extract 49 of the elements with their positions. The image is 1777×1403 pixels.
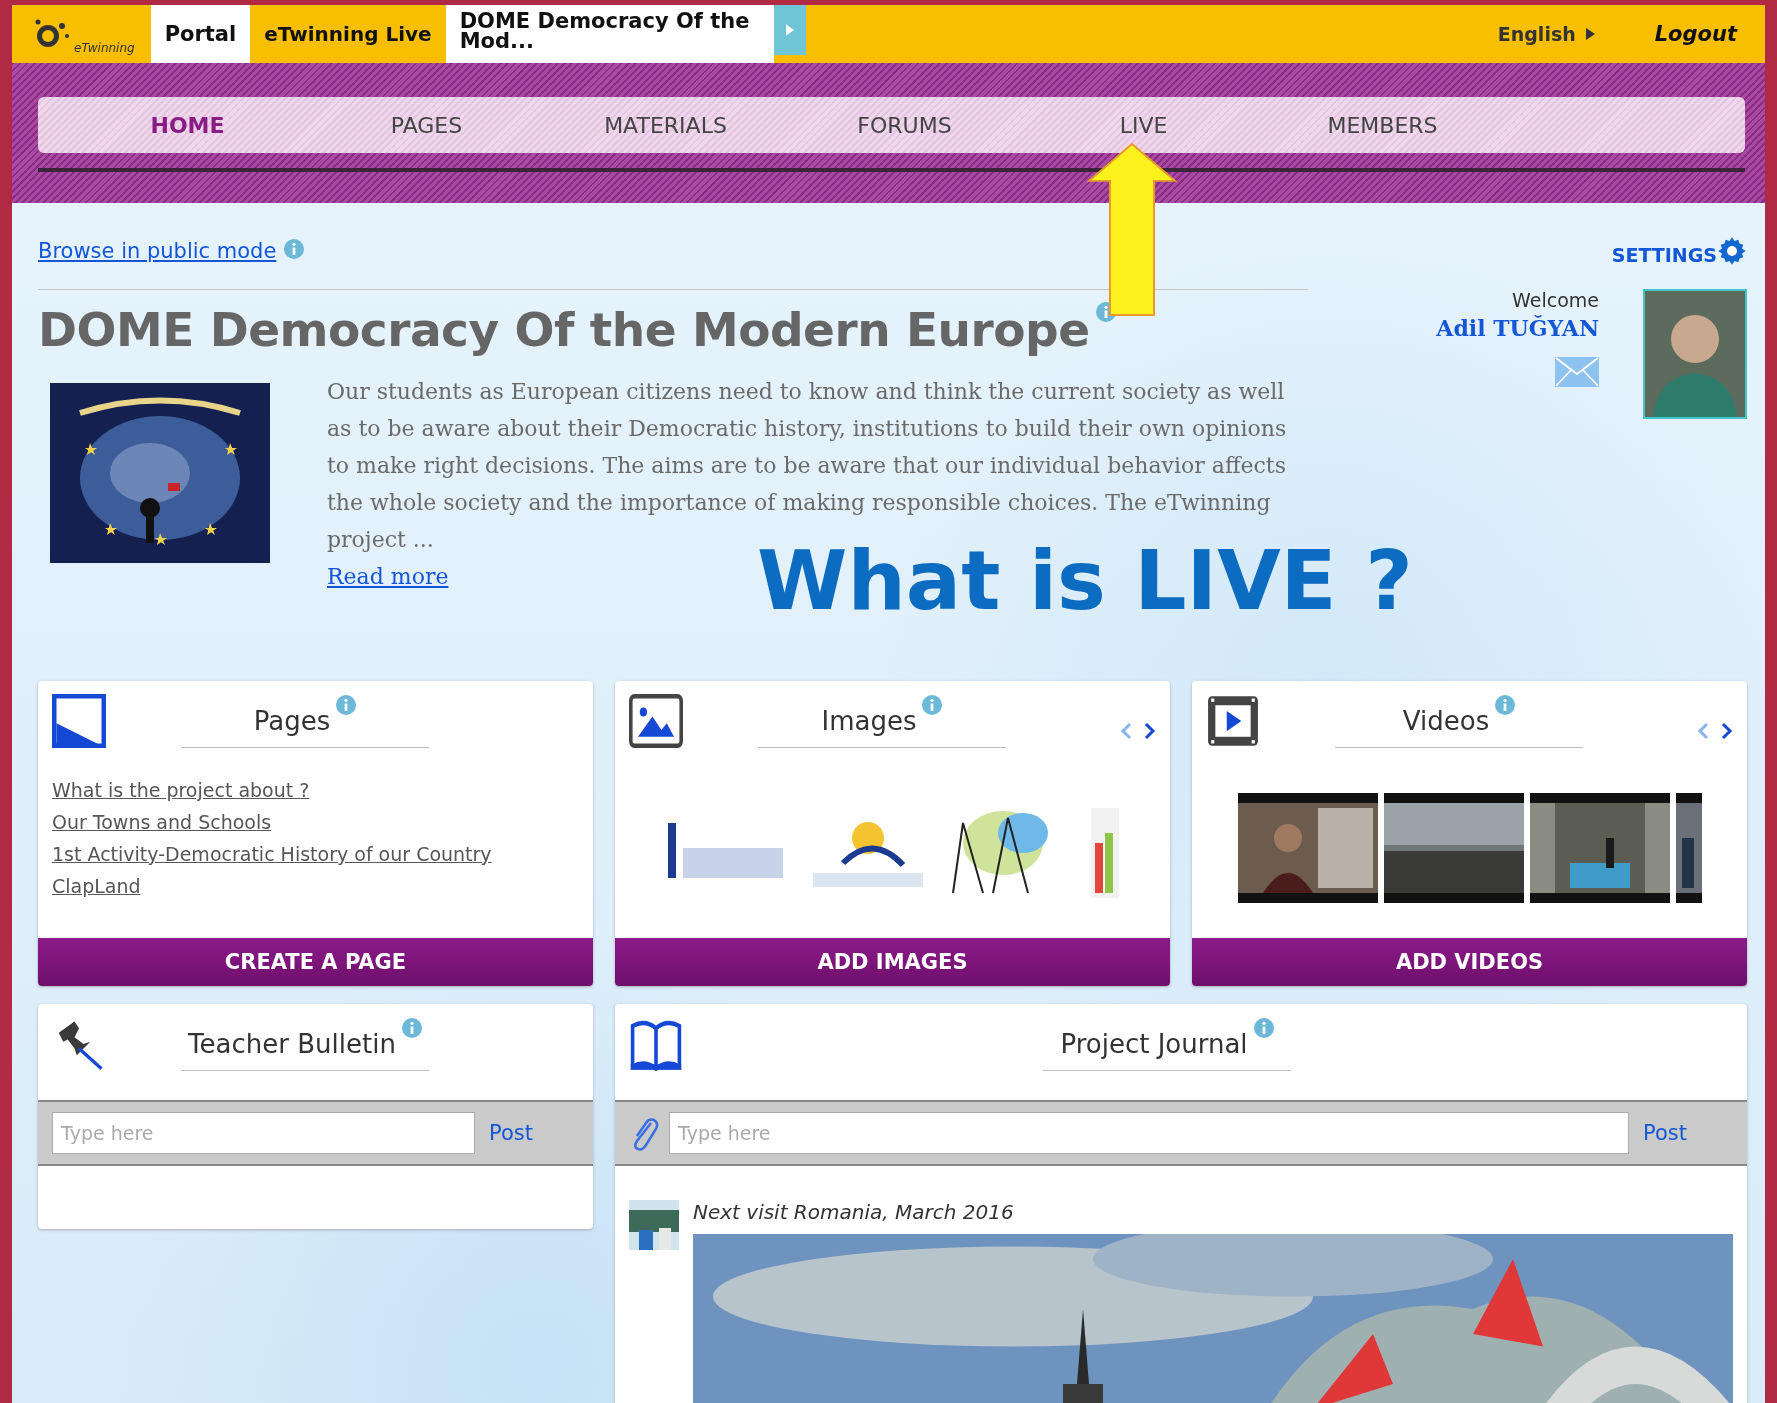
nav-tab[interactable]: MATERIALS [546, 112, 785, 138]
action-button[interactable]: CREATE A PAGE [38, 938, 593, 986]
settings-link[interactable]: SETTINGS [1611, 236, 1747, 266]
top-tab[interactable]: DOME Democracy Of the Mod... [445, 5, 774, 63]
action-button[interactable]: ADD VIDEOS [1192, 938, 1747, 986]
nav-tab[interactable]: PAGES [307, 112, 546, 138]
project-title: DOME Democracy Of the Modern Europe [38, 302, 1090, 357]
mail-icon[interactable] [1555, 357, 1599, 387]
read-more-link[interactable]: Read more [327, 564, 449, 589]
language-selector[interactable]: English [1497, 5, 1595, 63]
video-icon [1206, 694, 1260, 748]
entry-caption: Next visit Romania, March 2016 [693, 1200, 1015, 1224]
text-input[interactable]: Type here [52, 1112, 475, 1154]
info-icon[interactable] [336, 694, 357, 715]
nav-tab[interactable]: HOME [68, 112, 307, 138]
card-title: Pages [253, 705, 331, 736]
info-icon[interactable] [1495, 694, 1516, 715]
chevron-right-icon[interactable] [1144, 722, 1156, 740]
user-name[interactable]: Adil TUĞYAN [1436, 315, 1599, 341]
page-link[interactable]: ClapLand [52, 875, 593, 897]
settings-icon [1717, 236, 1747, 266]
card-title: Teacher Bulletin [188, 1028, 396, 1059]
page-link[interactable]: 1st Activity-Democratic History of our Country [52, 843, 593, 865]
action-button[interactable]: ADD IMAGES [615, 938, 1170, 986]
nav-tab[interactable]: FORUMS [785, 112, 1024, 138]
page-icon [52, 694, 106, 748]
chevron-left-icon[interactable] [1120, 722, 1132, 740]
info-icon[interactable] [922, 694, 943, 715]
welcome-label: Welcome [1512, 289, 1599, 311]
info-icon[interactable] [284, 239, 305, 259]
brand-name: eTwinning [74, 41, 135, 55]
image-icon [629, 694, 683, 748]
post-link[interactable]: Post [1639, 1121, 1733, 1145]
card-title: Project Journal [1060, 1028, 1248, 1059]
info-icon[interactable] [1253, 1017, 1274, 1038]
page-link[interactable]: Our Towns and Schools [52, 811, 593, 833]
nav-tab[interactable]: MEMBERS [1263, 112, 1502, 138]
chevron-left-icon[interactable] [1697, 722, 1709, 740]
logout-link[interactable]: Logout [1654, 5, 1737, 63]
card-title: Videos [1402, 705, 1490, 736]
text-input[interactable]: Type here [669, 1112, 1629, 1154]
chevron-right-icon[interactable] [1721, 722, 1733, 740]
post-link[interactable]: Post [485, 1121, 579, 1145]
card-title: Images [821, 705, 917, 736]
nav-tab[interactable]: LIVE [1024, 112, 1263, 138]
page-link[interactable]: What is the project about ? [52, 779, 593, 801]
info-icon[interactable] [401, 1017, 422, 1038]
browse-public-link[interactable]: Browse in public mode [38, 239, 277, 263]
top-tab[interactable]: Portal [150, 5, 251, 63]
